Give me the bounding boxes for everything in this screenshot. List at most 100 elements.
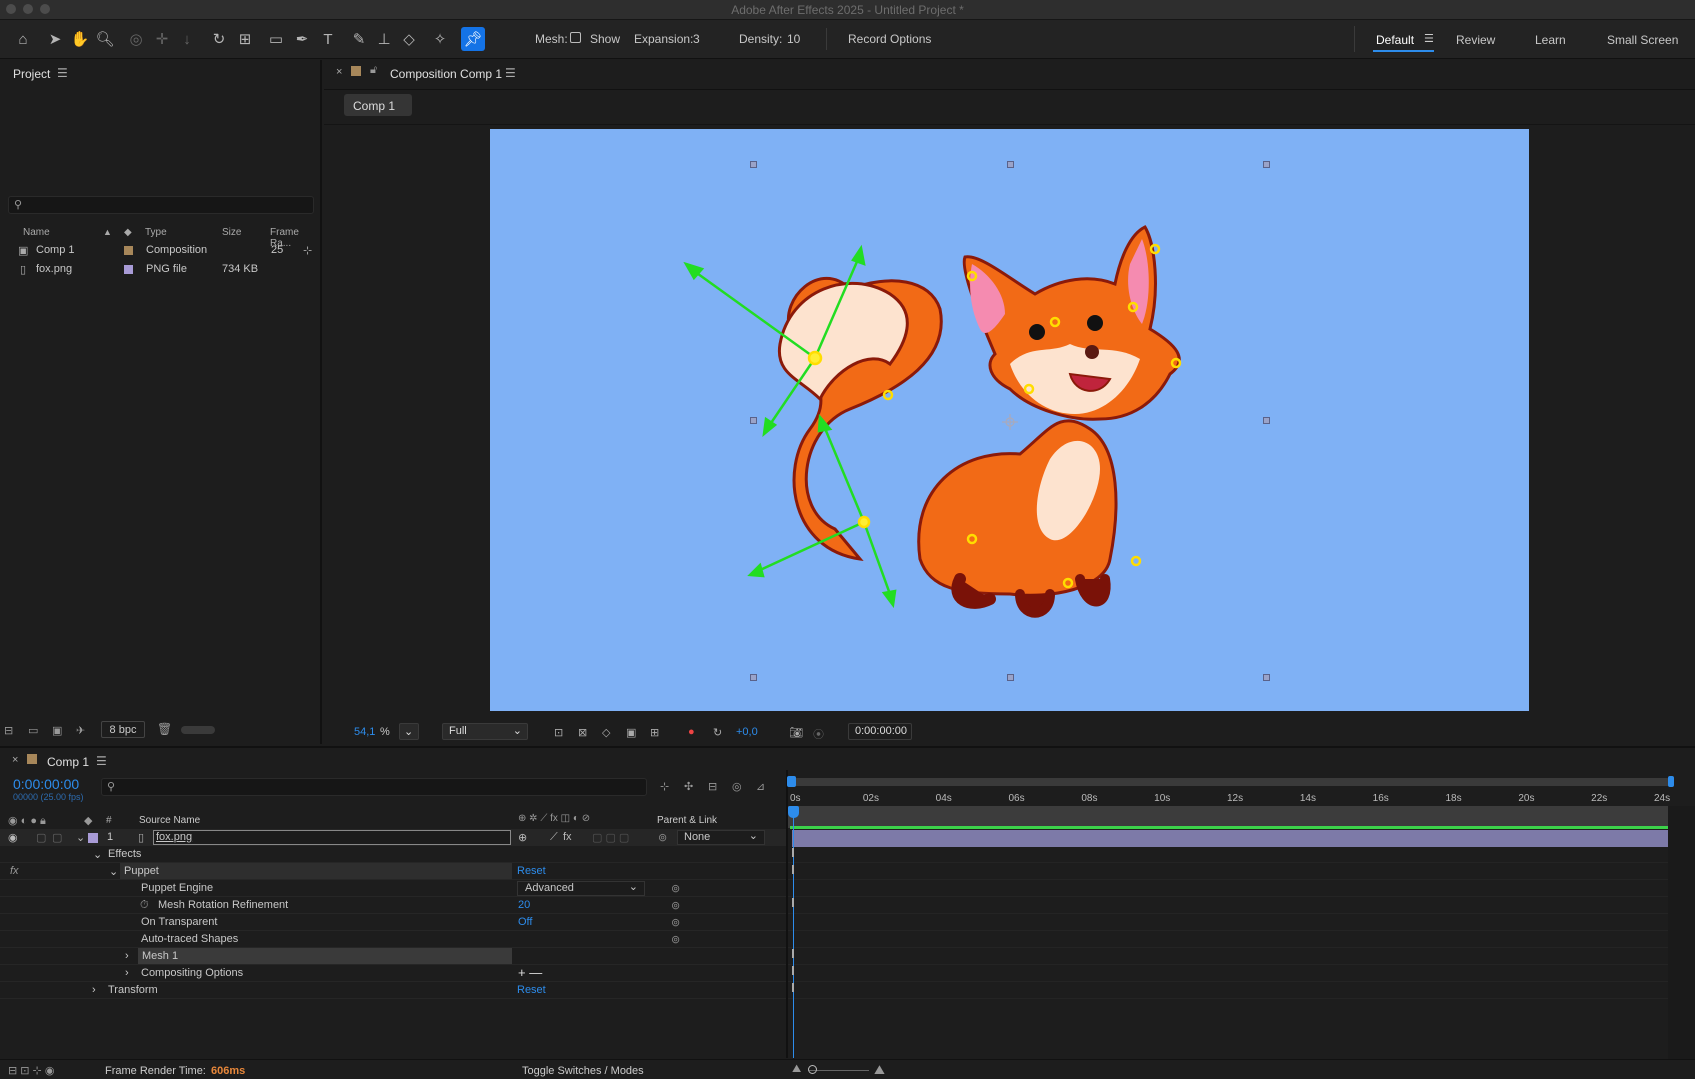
rectangle-tool-icon[interactable]: ▭ [266, 29, 286, 49]
timeline-timecode[interactable]: 0:00:00:00 [13, 776, 79, 792]
hand-tool-icon[interactable]: ✋ [70, 29, 90, 49]
expression-pick-whip-icon[interactable]: ⊚ [671, 933, 680, 946]
layer-duration-bar[interactable] [792, 830, 1668, 847]
transparency-grid-icon[interactable]: ⊠ [578, 726, 587, 739]
reset-exposure-icon[interactable]: ↻ [713, 726, 722, 739]
pan-camera-icon[interactable]: ✛ [152, 29, 172, 49]
sort-ascending-icon[interactable]: ▲ [103, 227, 112, 237]
chevron-down-icon[interactable]: ⌄ [109, 865, 118, 878]
property-auto-traced[interactable]: Auto-traced Shapes ⊚ [0, 931, 786, 948]
frame-blending-icon[interactable]: ◎ [732, 780, 742, 793]
pen-tool-icon[interactable]: ✒ [292, 29, 312, 49]
puppet-reset-button[interactable]: Reset [517, 865, 546, 877]
work-area-end[interactable] [1668, 776, 1674, 787]
time-ruler[interactable] [788, 806, 1668, 828]
col-source-name[interactable]: Source Name [139, 815, 200, 826]
eye-icon[interactable]: ◉ [8, 831, 18, 844]
grid-guides-icon[interactable]: ⊞ [650, 726, 659, 739]
workspace-learn[interactable]: Learn [1535, 33, 1566, 47]
timeline-menu-icon[interactable]: ☰ [96, 754, 107, 768]
type-tool-icon[interactable]: T [318, 29, 338, 49]
selection-tool-icon[interactable]: ➤ [45, 29, 65, 49]
property-effects[interactable]: ⌄ Effects [0, 846, 786, 863]
pan-behind-icon[interactable]: ⊞ [235, 29, 255, 49]
col-size[interactable]: Size [222, 227, 241, 238]
zoom-slider-track[interactable] [809, 1070, 869, 1071]
collapse-switch-icon[interactable]: ⊕ [518, 831, 527, 844]
property-transform[interactable]: › Transform Reset [0, 982, 786, 999]
property-mesh-rotation[interactable]: ⏱︎ Mesh Rotation Refinement 20 ⊚ [0, 897, 786, 914]
mesh-show-checkbox[interactable] [570, 32, 581, 43]
project-settings-icon[interactable]: ✈ [76, 724, 85, 737]
property-mesh-1[interactable]: › Mesh 1 [0, 948, 786, 965]
resolution-dropdown[interactable]: Full ⌄ [442, 723, 528, 740]
chevron-down-icon[interactable]: ⌄ [93, 848, 102, 861]
current-time-field[interactable]: 0:00:00:00 [848, 723, 912, 740]
interpret-footage-icon[interactable]: ⊟ [4, 724, 13, 737]
work-area-start[interactable] [787, 776, 796, 787]
layer-handle-br[interactable] [1263, 674, 1270, 681]
brush-tool-icon[interactable]: ✎ [349, 29, 369, 49]
layer-name-field[interactable]: fox.png [153, 830, 511, 845]
workspace-small-screen[interactable]: Small Screen [1607, 33, 1678, 47]
zoom-tool-icon[interactable]: 🔍︎ [95, 29, 115, 49]
property-puppet[interactable]: fx ⌄ Puppet Reset [0, 863, 786, 880]
col-parent-link[interactable]: Parent & Link [657, 815, 717, 826]
close-tab-icon[interactable]: × [336, 66, 342, 78]
on-transparent-value[interactable]: Off [518, 916, 532, 928]
zoom-out-icon[interactable]: ⛰︎ [792, 1063, 801, 1076]
property-compositing-options[interactable]: › Compositing Options + — [0, 965, 786, 982]
playhead-handle[interactable] [788, 806, 799, 818]
toggle-switches-modes[interactable]: Toggle Switches / Modes [522, 1065, 644, 1077]
project-panel-title[interactable]: Project [13, 67, 50, 81]
layer-handle-mr[interactable] [1263, 417, 1270, 424]
expression-pick-whip-icon[interactable]: ⊚ [671, 916, 680, 929]
zoom-dropdown[interactable]: ⌄ [399, 723, 419, 740]
col-type[interactable]: Type [145, 227, 167, 238]
puppet-pin-icon[interactable]: 📌︎ [461, 27, 485, 51]
work-area-bar[interactable] [790, 778, 1670, 786]
layer-handle-bl[interactable] [750, 674, 757, 681]
dolly-camera-icon[interactable]: ↓ [177, 29, 197, 49]
bit-depth-button[interactable]: 8 bpc [101, 721, 145, 738]
puppet-engine-dropdown[interactable]: Advanced ⌄ [517, 881, 645, 896]
new-folder-icon[interactable]: ▭ [28, 724, 38, 737]
record-options-link[interactable]: Record Options [848, 32, 931, 46]
fast-previews-icon[interactable]: ⊡ [554, 726, 563, 739]
zoom-slider-thumb[interactable] [808, 1065, 817, 1074]
roto-brush-icon[interactable]: ✧ [430, 29, 450, 49]
home-icon[interactable]: ⌂ [13, 29, 33, 49]
chevron-down-icon[interactable]: ⌄ [76, 831, 85, 844]
orbit-camera-icon[interactable]: ◎ [126, 29, 146, 49]
lock-icon[interactable]: ▢ [52, 831, 62, 844]
region-of-interest-icon[interactable]: ▣ [626, 726, 636, 739]
zoom-in-icon[interactable]: ⛰︎ [874, 1062, 885, 1078]
workspace-menu-icon[interactable]: ☰ [1424, 32, 1434, 45]
timeline-tab-title[interactable]: Comp 1 [47, 755, 89, 769]
show-snapshot-icon[interactable]: ⦿ [813, 726, 824, 742]
workspace-review[interactable]: Review [1456, 33, 1495, 47]
graph-editor-icon[interactable]: ⊿ [756, 780, 765, 793]
transform-reset-button[interactable]: Reset [517, 984, 546, 996]
composition-tab-title[interactable]: Composition Comp 1 [390, 67, 502, 81]
layer-handle-tr[interactable] [1263, 161, 1270, 168]
mask-visibility-icon[interactable]: ◇ [602, 726, 610, 739]
composition-canvas[interactable] [490, 129, 1529, 711]
quality-switch-icon[interactable]: ⟋ [550, 831, 558, 844]
label-color-swatch[interactable] [124, 265, 133, 274]
pick-whip-icon[interactable]: ⊚ [658, 831, 667, 844]
compositing-add-remove-buttons[interactable]: + — [518, 965, 542, 980]
composition-menu-icon[interactable]: ☰ [505, 66, 516, 80]
layer-row-fox-png[interactable]: ◉ ▢ ▢ ⌄ 1 ▯ fox.png ⊕ ⟋ fx ▢ ▢ ▢ ⊚ None … [0, 829, 786, 846]
rotation-tool-icon[interactable]: ↻ [209, 29, 229, 49]
col-name[interactable]: Name [23, 227, 50, 238]
layer-switches-toggle-icon[interactable]: ⊟ ⊡ ⊹ ◉ [8, 1064, 54, 1077]
anchor-point-icon[interactable] [1002, 414, 1018, 430]
project-item-comp-1[interactable]: ▣ Comp 1 Composition 25 ⊹ [0, 241, 320, 260]
expression-pick-whip-icon[interactable]: ⊚ [671, 882, 680, 895]
draft-3d-icon[interactable]: ✣ [684, 780, 693, 793]
layer-handle-bc[interactable] [1007, 674, 1014, 681]
project-item-fox-png[interactable]: ▯ fox.png PNG file 734 KB [0, 260, 320, 279]
stopwatch-icon[interactable]: ⏱︎ [140, 899, 149, 912]
label-column-icon[interactable]: ◆ [124, 227, 132, 238]
